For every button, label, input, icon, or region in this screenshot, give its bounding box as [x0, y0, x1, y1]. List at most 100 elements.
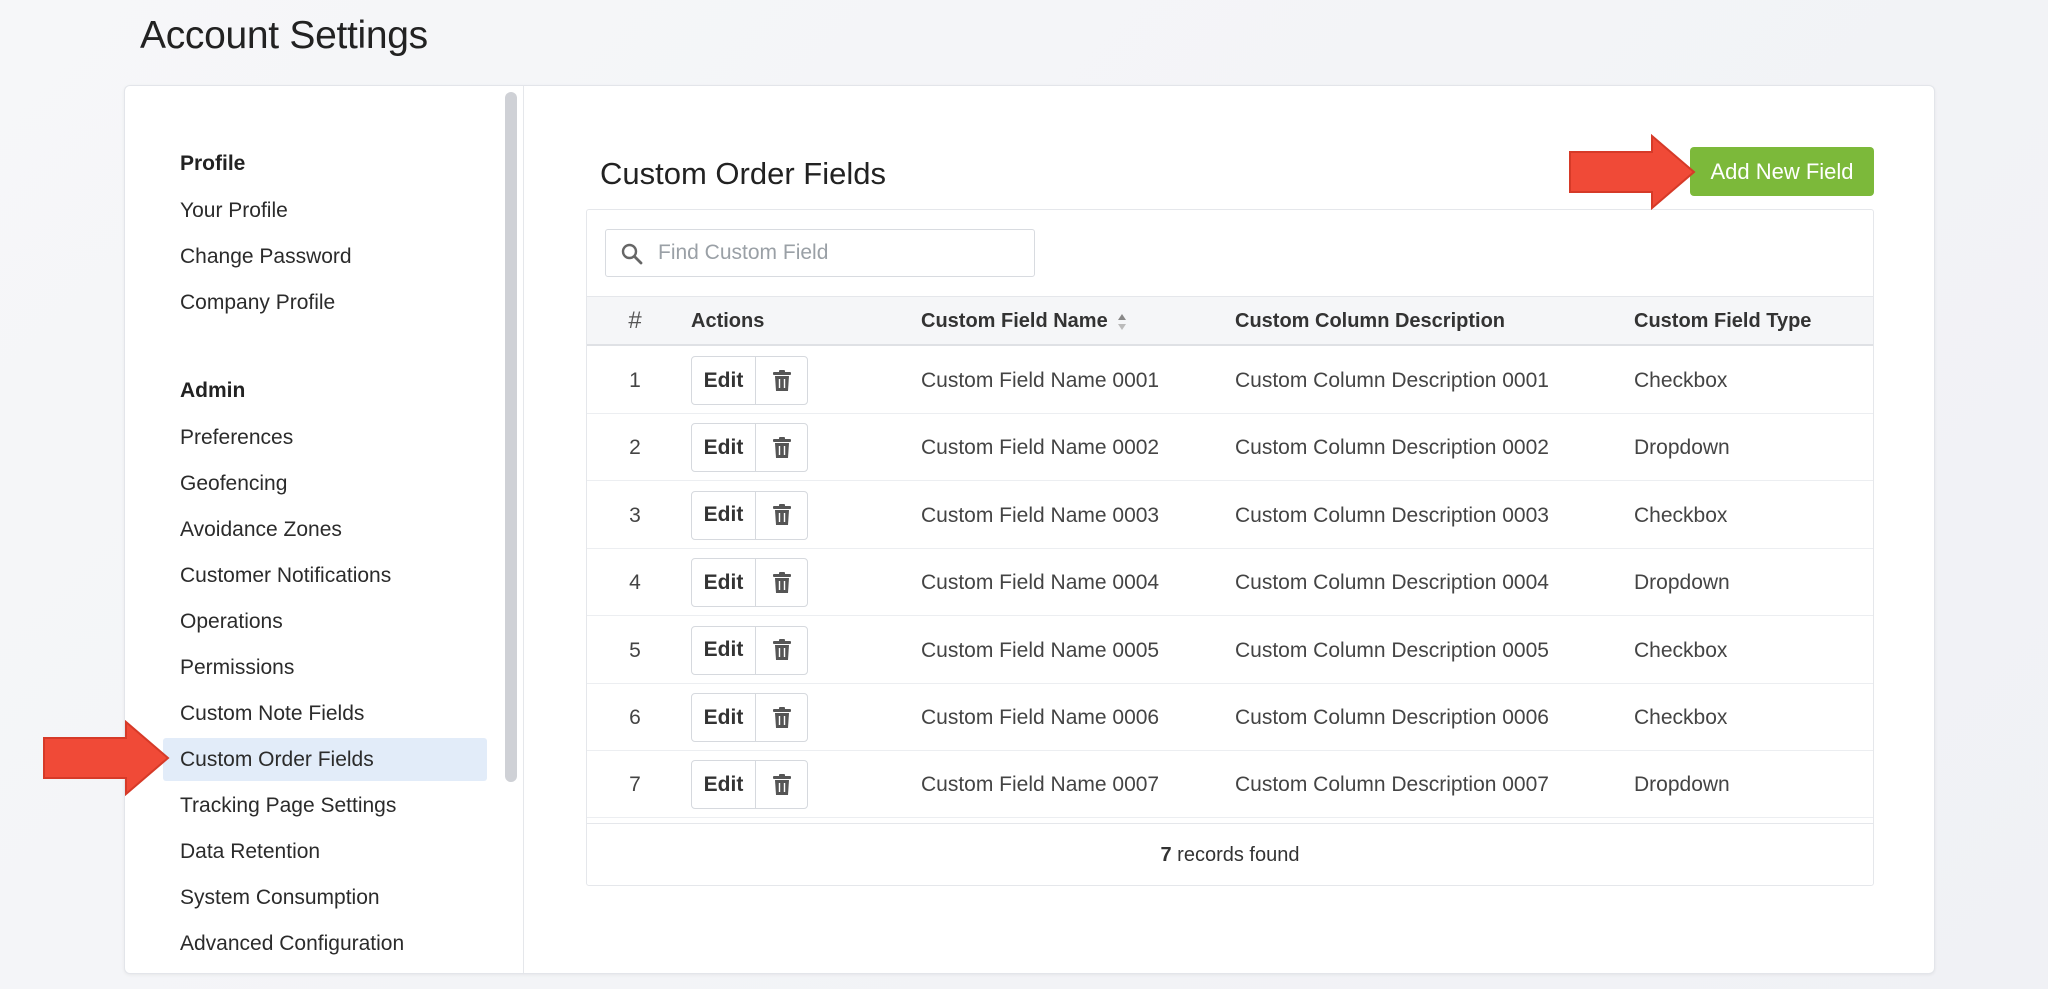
field-type-cell: Dropdown — [1634, 436, 1730, 460]
row-number: 4 — [629, 571, 641, 595]
row-number: 1 — [629, 369, 641, 392]
sidebar-item-company-profile[interactable]: Company Profile — [163, 281, 487, 324]
field-type-cell: Dropdown — [1634, 773, 1730, 797]
description-cell: Custom Column Description 0003 — [1235, 503, 1549, 527]
sidebar-item-data-retention[interactable]: Data Retention — [163, 830, 487, 873]
edit-button[interactable]: Edit — [692, 761, 756, 809]
row-actions: Edit — [691, 693, 808, 742]
description-cell: Custom Column Description 0007 — [1235, 773, 1549, 797]
sidebar-group-profile: Profile — [180, 152, 246, 175]
field-name-cell: Custom Field Name 0003 — [921, 503, 1160, 527]
table-header: # Actions Custom Field Name Custom Colum… — [587, 296, 1873, 346]
column-header-actions: Actions — [691, 310, 765, 332]
table-row: 2 Edit Custom Field Name 0002 Custom Col… — [587, 414, 1873, 482]
search-input[interactable] — [658, 230, 1018, 276]
edit-button[interactable]: Edit — [692, 491, 756, 539]
page-title: Account Settings — [140, 14, 428, 57]
edit-button[interactable]: Edit — [692, 559, 756, 607]
field-name-cell: Custom Field Name 0001 — [921, 369, 1160, 392]
description-cell: Custom Column Description 0004 — [1235, 571, 1549, 595]
arrow-right-icon — [1569, 134, 1696, 210]
field-type-cell: Checkbox — [1634, 369, 1728, 392]
settings-card: Profile Your Profile Change Password Com… — [124, 85, 1935, 974]
table-row: 4 Edit Custom Field Name 0004 Custom Col… — [587, 549, 1873, 617]
sidebar-item-custom-order-fields[interactable]: Custom Order Fields — [163, 738, 487, 781]
row-actions: Edit — [691, 356, 808, 405]
field-type-cell: Checkbox — [1634, 638, 1728, 662]
table-row: 5 Edit Custom Field Name 0005 Custom Col… — [587, 617, 1873, 684]
row-number: 6 — [629, 706, 641, 729]
search-icon — [621, 243, 643, 265]
sidebar-scrollbar[interactable] — [505, 92, 517, 782]
trash-icon — [772, 571, 791, 593]
records-count: 7 — [1160, 844, 1172, 866]
sidebar-item-operations[interactable]: Operations — [163, 600, 487, 643]
sidebar: Profile Your Profile Change Password Com… — [125, 86, 524, 973]
column-header-field-type: Custom Field Type — [1634, 310, 1812, 332]
sidebar-item-avoidance-zones[interactable]: Avoidance Zones — [163, 508, 487, 551]
sidebar-item-advanced-configuration[interactable]: Advanced Configuration — [163, 922, 487, 965]
sidebar-item-custom-note-fields[interactable]: Custom Note Fields — [163, 692, 487, 735]
sidebar-item-your-profile[interactable]: Your Profile — [163, 189, 487, 232]
column-header-field-name-label: Custom Field Name — [921, 310, 1108, 332]
sidebar-item-change-password[interactable]: Change Password — [163, 235, 487, 278]
row-actions: Edit — [691, 423, 808, 473]
row-actions: Edit — [691, 490, 808, 540]
sidebar-group-admin: Admin — [180, 379, 246, 402]
records-found: 7 records found — [587, 823, 1873, 885]
table-row: 3 Edit Custom Field Name 0003 Custom Col… — [587, 482, 1873, 549]
edit-button[interactable]: Edit — [692, 694, 756, 741]
sidebar-item-permissions[interactable]: Permissions — [163, 646, 487, 689]
table-row: 6 Edit Custom Field Name 0006 Custom Col… — [587, 684, 1873, 751]
delete-button[interactable] — [756, 357, 807, 404]
field-type-cell: Checkbox — [1634, 706, 1728, 729]
sort-icon[interactable] — [1117, 313, 1127, 331]
sidebar-item-system-consumption[interactable]: System Consumption — [163, 876, 487, 919]
delete-button[interactable] — [756, 694, 807, 741]
trash-icon — [772, 504, 791, 526]
description-cell: Custom Column Description 0002 — [1235, 436, 1549, 460]
edit-button[interactable]: Edit — [692, 626, 756, 674]
add-new-field-button[interactable]: Add New Field — [1690, 147, 1874, 196]
table-row: 1 Edit Custom Field Name 0001 Custom Col… — [587, 347, 1873, 414]
column-header-field-name[interactable]: Custom Field Name — [921, 297, 1127, 345]
sidebar-item-tracking-page-settings[interactable]: Tracking Page Settings — [163, 784, 487, 827]
table-row: 7 Edit Custom Field Name 0007 Custom Col… — [587, 751, 1873, 819]
search-box[interactable] — [605, 229, 1035, 277]
field-name-cell: Custom Field Name 0002 — [921, 436, 1160, 460]
column-header-number: # — [628, 307, 642, 334]
row-actions: Edit — [691, 760, 808, 810]
delete-button[interactable] — [756, 559, 807, 606]
sidebar-item-customer-notifications[interactable]: Customer Notifications — [163, 554, 487, 597]
description-cell: Custom Column Description 0001 — [1235, 369, 1549, 392]
edit-button[interactable]: Edit — [692, 357, 756, 404]
sidebar-item-geofencing[interactable]: Geofencing — [163, 462, 487, 505]
delete-button[interactable] — [756, 492, 807, 539]
records-suffix: records found — [1171, 844, 1300, 866]
row-number: 7 — [629, 773, 641, 797]
trash-icon — [772, 639, 791, 661]
section-title: Custom Order Fields — [600, 156, 886, 191]
field-name-cell: Custom Field Name 0005 — [921, 638, 1160, 662]
column-header-description: Custom Column Description — [1235, 310, 1506, 332]
description-cell: Custom Column Description 0006 — [1235, 706, 1549, 729]
field-name-cell: Custom Field Name 0007 — [921, 773, 1160, 797]
edit-button[interactable]: Edit — [692, 424, 756, 472]
field-type-cell: Dropdown — [1634, 571, 1730, 595]
trash-icon — [772, 369, 791, 391]
trash-icon — [772, 436, 791, 458]
delete-button[interactable] — [756, 424, 807, 471]
field-type-cell: Checkbox — [1634, 503, 1728, 527]
row-number: 2 — [629, 436, 641, 460]
custom-fields-table: # Actions Custom Field Name Custom Colum… — [586, 209, 1874, 886]
delete-button[interactable] — [756, 627, 807, 674]
trash-icon — [772, 706, 791, 728]
field-name-cell: Custom Field Name 0006 — [921, 706, 1160, 729]
delete-button[interactable] — [756, 761, 807, 808]
arrow-right-icon — [43, 720, 170, 796]
trash-icon — [772, 773, 791, 795]
sidebar-item-preferences[interactable]: Preferences — [163, 416, 487, 459]
row-number: 5 — [629, 638, 641, 662]
row-number: 3 — [629, 503, 641, 527]
field-name-cell: Custom Field Name 0004 — [921, 571, 1160, 595]
